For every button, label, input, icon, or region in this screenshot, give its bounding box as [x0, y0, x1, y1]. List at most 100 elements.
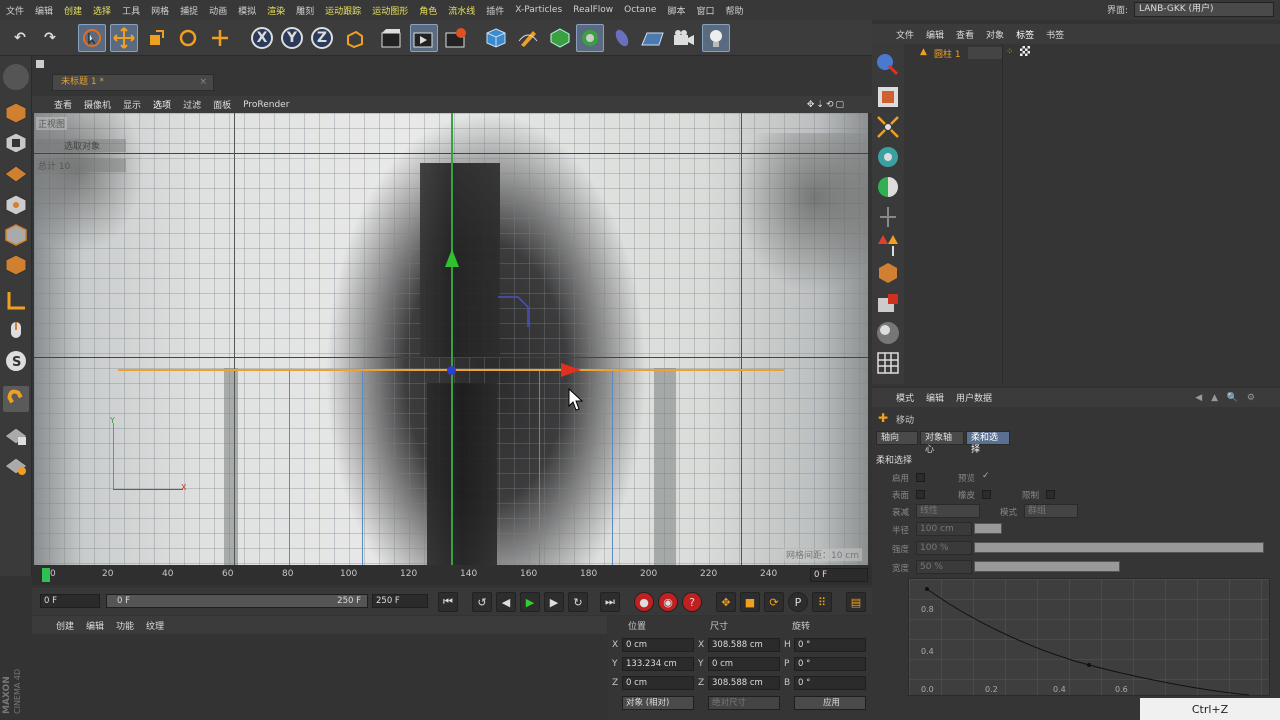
surface-checkbox[interactable]	[916, 490, 925, 499]
menu-animate[interactable]: 动画	[209, 4, 227, 17]
mat-menu-create[interactable]: 创建	[56, 619, 74, 632]
vp-menu-filter[interactable]: 过滤	[183, 98, 201, 111]
magnet-snap-icon[interactable]	[3, 386, 29, 412]
frame-range-slider[interactable]: 0 F 250 F	[106, 594, 368, 608]
vp-menu-panel[interactable]: 面板	[213, 98, 231, 111]
subdivision-generator-icon[interactable]	[546, 24, 574, 52]
next-key-icon[interactable]: ↻	[568, 592, 588, 612]
render-settings-icon[interactable]	[442, 24, 470, 52]
grid-layout-icon[interactable]	[875, 350, 901, 376]
point-mode-icon[interactable]	[3, 192, 29, 218]
cube-primitive-icon[interactable]	[482, 24, 510, 52]
edge-mode-icon[interactable]	[3, 222, 29, 248]
tab-soft-selection[interactable]: 柔和选择	[966, 431, 1010, 455]
vp-menu-options[interactable]: 选项	[153, 98, 171, 111]
apply-button[interactable]: 应用	[794, 696, 866, 710]
tab-axis[interactable]: 轴向	[876, 431, 918, 445]
object-visibility-toggle[interactable]	[968, 47, 1002, 59]
coordinate-system-icon[interactable]	[340, 24, 368, 52]
enable-checkbox[interactable]	[916, 473, 925, 482]
rot-b-field[interactable]: 0 °	[794, 676, 866, 690]
pen-spline-icon[interactable]	[514, 24, 542, 52]
attr-menu-edit[interactable]: 编辑	[926, 391, 944, 404]
strength-field[interactable]: 100 %	[916, 541, 972, 555]
key-scale-icon[interactable]: ■	[740, 592, 760, 612]
keyframe-selection-icon[interactable]: ?	[682, 592, 702, 612]
material-preview-icon[interactable]	[875, 320, 901, 346]
menu-mograph[interactable]: 运动图形	[372, 4, 408, 17]
limit-checkbox[interactable]	[1046, 490, 1055, 499]
rot-h-field[interactable]: 0 °	[794, 638, 866, 652]
array-mograph-icon[interactable]	[576, 24, 604, 52]
scale-tool-icon[interactable]	[142, 24, 170, 52]
obj-menu-edit[interactable]: 编辑	[926, 28, 944, 41]
z-axis-lock-icon[interactable]: Z	[308, 24, 336, 52]
molecule-icon[interactable]	[875, 144, 901, 170]
rubber-checkbox[interactable]	[982, 490, 991, 499]
vp-menu-camera[interactable]: 摄像机	[84, 98, 111, 111]
menu-realflow[interactable]: RealFlow	[573, 5, 613, 15]
width-slider[interactable]	[974, 561, 1120, 572]
menu-pipeline[interactable]: 流水线	[448, 4, 475, 17]
obj-menu-view[interactable]: 查看	[956, 28, 974, 41]
key-position-icon[interactable]: ✥	[716, 592, 736, 612]
obj-menu-bookmarks[interactable]: 书签	[1046, 28, 1064, 41]
mat-menu-edit[interactable]: 编辑	[86, 619, 104, 632]
menu-plugins[interactable]: 插件	[486, 4, 504, 17]
key-pla-icon[interactable]: ⠿	[812, 592, 832, 612]
viewport-nav-icons[interactable]: ✥⇣⟲▢	[807, 100, 846, 110]
mode-dropdown[interactable]: 群组	[1024, 504, 1078, 518]
radius-slider[interactable]	[974, 523, 1002, 534]
checker-tag-icon[interactable]	[1020, 46, 1030, 56]
attr-menu-mode[interactable]: 模式	[896, 391, 914, 404]
size-mode-dropdown[interactable]: 绝对尺寸	[708, 696, 780, 710]
render-view-icon[interactable]	[378, 24, 406, 52]
menu-xparticles[interactable]: X-Particles	[515, 5, 562, 15]
playhead[interactable]	[42, 568, 50, 582]
end-frame-field[interactable]: 250 F	[372, 594, 428, 608]
gizmo-center-handle[interactable]	[447, 366, 456, 375]
gizmo-plane-handle-icon[interactable]	[496, 293, 532, 329]
next-frame-icon[interactable]: ▶	[544, 592, 564, 612]
vp-menu-prorender[interactable]: ProRender	[243, 100, 289, 110]
pos-y-field[interactable]: 133.234 cm	[622, 657, 694, 671]
render-queue-icon[interactable]	[875, 290, 901, 316]
size-x-field[interactable]: 308.588 cm	[708, 638, 780, 652]
light-icon[interactable]	[702, 24, 730, 52]
preview-check-icon[interactable]: ✓	[982, 471, 990, 481]
render-picture-viewer-icon[interactable]	[410, 24, 438, 52]
tweak-mode-icon[interactable]	[3, 318, 29, 344]
cube-orange-icon[interactable]	[875, 260, 901, 286]
document-tab[interactable]: 未标题 1 * ×	[52, 74, 214, 91]
dynamics-icon[interactable]	[875, 52, 901, 78]
rot-p-field[interactable]: 0 °	[794, 657, 866, 671]
select-tool-icon[interactable]	[78, 24, 106, 52]
attr-menu-userdata[interactable]: 用户数据	[956, 391, 992, 404]
material-panel[interactable]	[32, 634, 607, 720]
menu-simulate[interactable]: 模拟	[238, 4, 256, 17]
menu-tools[interactable]: 工具	[122, 4, 140, 17]
goto-end-icon[interactable]: ⏭	[600, 592, 620, 612]
mat-menu-texture[interactable]: 纹理	[146, 619, 164, 632]
menu-sculpt[interactable]: 雕刻	[296, 4, 314, 17]
obj-menu-file[interactable]: 文件	[896, 28, 914, 41]
menu-character[interactable]: 角色	[419, 4, 437, 17]
prev-key-icon[interactable]: ↺	[472, 592, 492, 612]
current-frame-field[interactable]: 0 F	[810, 568, 868, 582]
menu-snap[interactable]: 捕捉	[180, 4, 198, 17]
texture-mode-icon[interactable]	[3, 130, 29, 156]
menu-select[interactable]: 选择	[93, 4, 111, 17]
live-select-icon[interactable]	[206, 24, 234, 52]
record-icon[interactable]: ●	[634, 592, 654, 612]
vp-menu-view[interactable]: 查看	[54, 98, 72, 111]
snap-icon[interactable]: S	[3, 348, 29, 374]
close-tab-icon[interactable]: ×	[199, 75, 207, 90]
redo-icon[interactable]: ↷	[36, 24, 64, 52]
object-tag-icon[interactable]: ⁘	[1006, 47, 1014, 57]
width-field[interactable]: 50 %	[916, 560, 972, 574]
prev-frame-icon[interactable]: ◀	[496, 592, 516, 612]
workplane-align-icon[interactable]	[3, 452, 29, 478]
menu-window[interactable]: 窗口	[696, 4, 714, 17]
menu-render[interactable]: 渲染	[267, 4, 285, 17]
obj-menu-tags[interactable]: 标签	[1016, 28, 1034, 41]
